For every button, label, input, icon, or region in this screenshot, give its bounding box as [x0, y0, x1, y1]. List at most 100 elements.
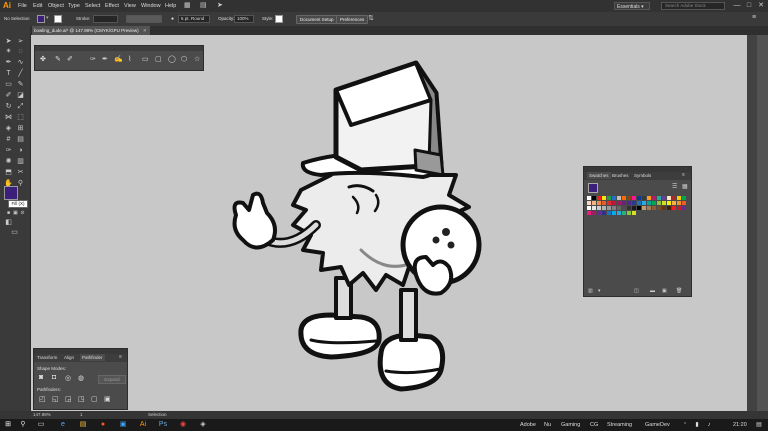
swatch[interactable] [677, 196, 681, 200]
divide-icon[interactable]: ◰ [39, 395, 46, 403]
swatch[interactable] [632, 206, 636, 210]
swatch[interactable] [682, 201, 686, 205]
app-taskbar-icon[interactable]: ◉ [178, 420, 188, 430]
preferences-button[interactable]: Preferences [336, 14, 369, 24]
swatch[interactable] [672, 196, 676, 200]
swatch[interactable] [587, 201, 591, 205]
swatch[interactable] [617, 196, 621, 200]
tab-align[interactable]: Align [64, 354, 74, 361]
notifications-icon[interactable]: ▤ [754, 420, 764, 430]
swatch[interactable] [682, 206, 686, 210]
list-view-icon[interactable]: ☰ [672, 183, 677, 190]
smooth-icon[interactable]: ⌇ [128, 55, 131, 63]
tab-pathfinder[interactable]: Pathfinder [80, 354, 105, 361]
swatch[interactable] [657, 201, 661, 205]
firefox-icon[interactable]: ● [98, 420, 108, 430]
menu-select[interactable]: Select [85, 2, 100, 10]
swatch[interactable] [632, 211, 636, 215]
store-icon[interactable]: ▣ [118, 420, 128, 430]
swatch[interactable] [607, 211, 611, 215]
curvature-icon[interactable]: ∿ [16, 59, 25, 67]
swatch[interactable] [607, 201, 611, 205]
polygon-icon[interactable]: ⬡ [181, 55, 187, 63]
swatch[interactable] [637, 196, 641, 200]
swatch[interactable] [652, 201, 656, 205]
minimize-button[interactable]: — [731, 1, 743, 11]
menu-view[interactable]: View [124, 2, 136, 10]
toolbar-item-cg[interactable]: CG [590, 421, 598, 429]
swatch[interactable] [597, 201, 601, 205]
swatch[interactable] [597, 206, 601, 210]
swatch[interactable] [627, 196, 631, 200]
gradient-tool-icon[interactable]: ▤ [16, 136, 25, 144]
brush-icon[interactable]: ✤ [40, 55, 46, 63]
close-tab-button[interactable]: ✕ [143, 28, 147, 33]
swatch[interactable] [632, 201, 636, 205]
swatch[interactable] [657, 196, 661, 200]
stroke-swatch[interactable] [54, 15, 62, 23]
opacity-field[interactable]: 100% [234, 14, 254, 23]
rectangle-tool-icon[interactable]: ▭ [4, 81, 13, 89]
file-explorer-icon[interactable]: ▤ [78, 420, 88, 430]
swatch[interactable] [647, 201, 651, 205]
menu-edit[interactable]: Edit [33, 2, 42, 10]
tab-brushes[interactable]: Brushes [612, 172, 629, 179]
swatch[interactable] [662, 201, 666, 205]
swatch[interactable] [672, 201, 676, 205]
new-group-icon[interactable]: ▬ [650, 288, 655, 294]
document-tab[interactable]: bowling_dude.ai* @ 147.98% (CMYK/GPU Pre… [32, 26, 150, 35]
swatch[interactable] [597, 196, 601, 200]
swatch[interactable] [612, 206, 616, 210]
intersect-icon[interactable]: ◎ [65, 374, 71, 382]
selection-tool-icon[interactable]: ➤ [4, 38, 13, 46]
swatch[interactable] [617, 201, 621, 205]
swatch[interactable] [622, 201, 626, 205]
pencil-icon[interactable]: ✎ [55, 55, 61, 63]
swatch[interactable] [627, 211, 631, 215]
magic-wand-icon[interactable]: ✶ [4, 48, 13, 56]
swatch[interactable] [622, 196, 626, 200]
swatch[interactable] [667, 201, 671, 205]
active-fill-swatch[interactable] [588, 183, 598, 193]
tab-transform[interactable]: Transform [37, 354, 57, 361]
perspective-grid-icon[interactable]: ⊞ [16, 125, 25, 133]
none-mode-icon[interactable]: ⊘ [18, 209, 27, 217]
swatch[interactable] [617, 211, 621, 215]
swatch[interactable] [637, 201, 641, 205]
chevron-down-icon[interactable]: ▾ [46, 15, 49, 21]
volume-icon[interactable]: ♪ [704, 420, 714, 430]
swatch[interactable] [677, 206, 681, 210]
swatch[interactable] [632, 196, 636, 200]
swatch[interactable] [682, 196, 686, 200]
type-tool-icon[interactable]: T [4, 70, 13, 78]
merge-icon[interactable]: ◲ [65, 395, 72, 403]
drawing-mode-icon[interactable]: ◧ [4, 219, 13, 227]
artboard-tool-icon[interactable]: ⬒ [4, 169, 13, 177]
fill-color-box[interactable] [4, 186, 18, 200]
task-view-icon[interactable]: ▭ [36, 420, 46, 430]
free-transform-icon[interactable]: ⬚ [16, 114, 25, 122]
swatch[interactable] [602, 196, 606, 200]
swatch[interactable] [672, 206, 676, 210]
lasso-icon[interactable]: ◌ [16, 48, 25, 56]
maximize-button[interactable]: □ [743, 1, 755, 11]
trim-icon[interactable]: ◱ [52, 395, 59, 403]
photoshop-taskbar-icon[interactable]: Ps [158, 420, 168, 430]
swatch[interactable] [587, 211, 591, 215]
panel-menu-icon[interactable]: ≡ [119, 354, 122, 360]
show-kinds-icon[interactable]: ▾ [598, 288, 601, 294]
swatch[interactable] [647, 206, 651, 210]
tab-swatches[interactable]: Swatches [587, 172, 611, 179]
swatch[interactable] [657, 206, 661, 210]
close-button[interactable]: ✕ [755, 1, 767, 11]
edge-icon[interactable]: e [58, 420, 68, 430]
fill-swatch[interactable] [37, 15, 45, 23]
bridge-icon[interactable]: ▦ [184, 1, 194, 11]
rect-shape-icon[interactable]: ▭ [142, 55, 149, 63]
vertical-scrollbar[interactable] [747, 35, 757, 411]
blob-brush-icon[interactable]: ✐ [67, 55, 73, 63]
star-icon[interactable]: ☆ [194, 55, 200, 63]
swatch[interactable] [592, 206, 596, 210]
crop-icon[interactable]: ◳ [78, 395, 85, 403]
minus-front-icon[interactable]: ◘ [52, 374, 56, 381]
